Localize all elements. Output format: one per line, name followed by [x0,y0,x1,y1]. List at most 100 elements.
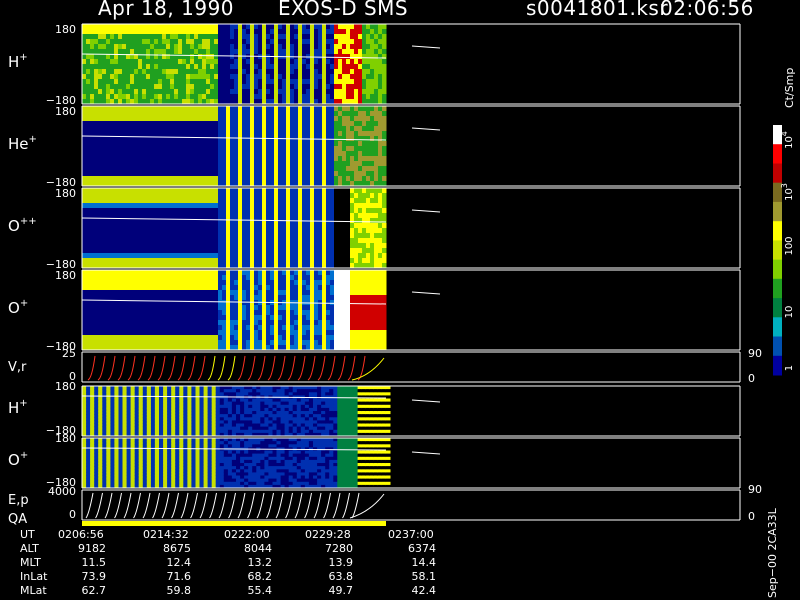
spectrogram-cell [110,315,115,321]
spectrogram-cell [174,310,179,316]
spectrogram-cell [138,285,143,291]
spectrogram-cell [198,106,203,112]
spectrogram-cell [166,213,171,219]
spectrogram-cell [218,198,223,204]
spectrogram-cell [314,310,319,316]
spectrogram-cell [146,270,151,276]
spectrogram-cell [186,94,191,100]
spectrogram-cell [158,248,163,254]
spectrogram-cell [230,335,235,341]
spectrogram-cell [370,59,375,65]
spectrogram-cell [374,64,379,70]
velocity-curve [207,355,216,381]
spectrogram-cell [374,280,379,286]
spectrogram-cell [90,233,95,239]
spectrogram-cell [230,69,235,75]
spectrogram-cell [146,325,151,331]
spectrogram-cell [242,290,247,296]
spectrogram-cell [370,203,375,209]
spectrogram-cell [186,141,191,147]
spectrogram-cell [210,151,215,157]
spectrogram-cell [214,126,219,132]
spectrogram-cell [126,59,131,65]
spectrogram-cell [198,198,203,204]
spectrogram-cell [350,253,355,259]
spectrogram-cell [166,176,171,182]
spectrogram-cell [242,176,247,182]
spectrogram-cell [318,89,323,95]
spectrogram-cell [186,39,191,45]
spectrogram-cell [154,305,159,311]
spectrogram-cell [234,320,239,326]
spectrogram-cell [338,34,343,40]
spectrogram-cell [86,386,91,390]
spectrogram-cell [130,116,135,122]
spectrogram-cell [350,295,355,301]
spectrogram-cell [286,176,291,182]
spectrogram-cell [110,126,115,132]
spectrogram-cell [382,335,387,341]
spectrogram-cell [270,315,275,321]
spectrogram-cell [362,208,367,214]
spectrogram-cell [306,208,311,214]
spectrogram-cell [326,141,331,147]
spectrogram-cell [366,34,371,40]
spectrogram-cell [246,126,251,132]
spectrogram-cell [290,258,295,264]
spectrogram-cell [230,49,235,55]
spectrogram-cell [346,121,351,127]
spectrogram-cell [358,233,363,239]
spectrogram-cell [126,290,131,296]
spectrogram-cell [254,295,259,301]
spectrogram-cell [210,258,215,264]
spectrogram-cell [94,136,99,142]
spectrogram-cell [350,290,355,296]
spectrogram-cell [266,290,271,296]
spectrogram-cell [290,285,295,291]
spectrogram-cell [118,258,123,264]
spectrogram-cell [282,69,287,75]
spectrogram-cell [298,320,303,326]
spectrogram-cell [202,228,207,234]
spectrogram-cell [266,79,271,85]
spectrogram-cell [118,44,123,50]
spectrogram-cell [246,111,251,117]
spectrogram-cell [378,295,383,301]
spectrogram-cell [126,248,131,254]
spectrogram-cell [94,141,99,147]
spectrogram-cell [178,223,183,229]
spectrogram-cell [166,171,171,177]
spectrogram-cell [98,74,103,80]
spectrogram-cell [370,156,375,162]
spectrogram-cell [270,228,275,234]
spectrogram-cell [314,223,319,229]
spectrogram-cell [270,131,275,137]
spectrogram-cell [350,136,355,142]
spectrogram-cell [246,161,251,167]
spectrogram-cell [174,228,179,234]
spectrogram-cell [214,228,219,234]
spectrogram-cell [318,295,323,301]
spectrogram-cell [146,171,151,177]
spectrogram-cell [290,335,295,341]
spectrogram-cell [250,79,255,85]
spectrogram-cell [86,429,91,434]
spectrogram-cell [170,270,175,276]
spectrogram-cell [370,213,375,219]
spectrogram-cell [82,171,87,177]
spectrogram-cell [322,59,327,65]
spectrogram-cell [146,228,151,234]
spectrogram-cell [382,340,387,346]
spectrogram-cell [214,64,219,70]
spectrogram-cell [126,275,131,281]
spectrogram-cell [382,193,387,199]
spectrogram-cell [134,94,139,100]
spectrogram-cell [294,126,299,132]
spectrogram-cell [182,116,187,122]
spectrogram-cell [330,310,335,316]
spectrogram-cell [166,141,171,147]
spectrogram-cell [130,94,135,100]
spectrogram-cell [382,131,387,137]
spectrogram-cell [262,161,267,167]
spectrogram-cell [102,69,107,75]
